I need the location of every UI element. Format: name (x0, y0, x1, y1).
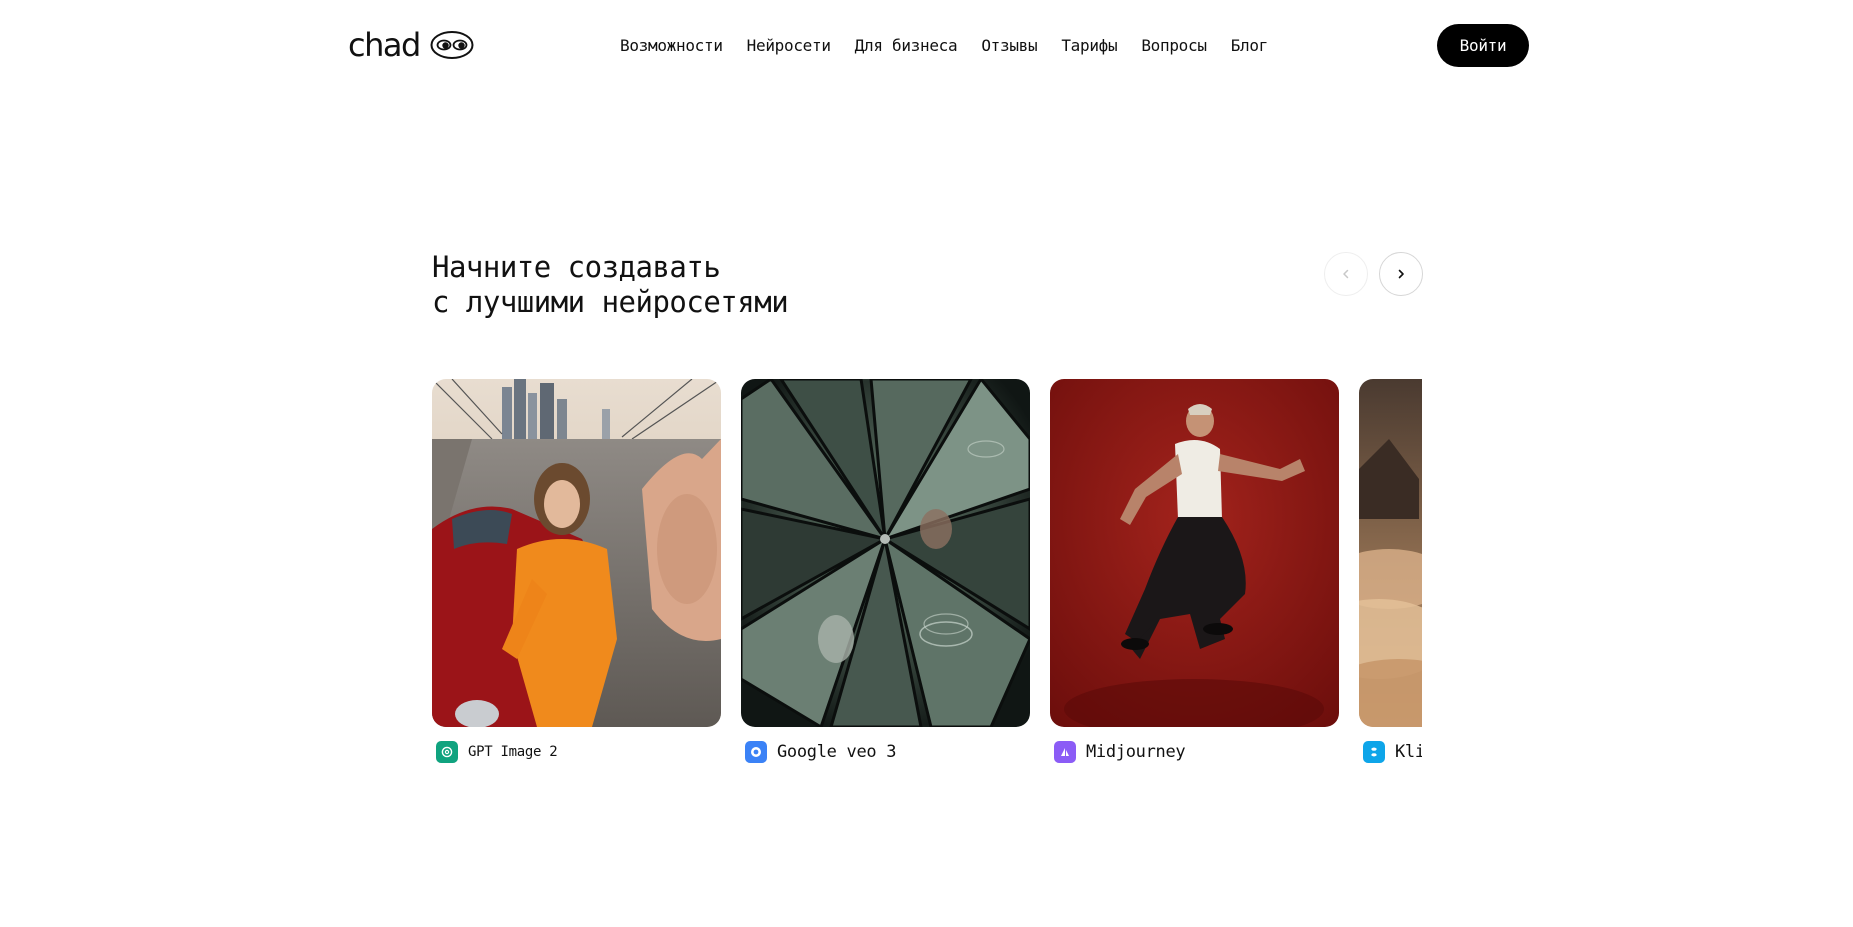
card-image-veo (741, 379, 1030, 727)
model-name: Google veo 3 (777, 742, 897, 762)
main-nav: Возможности Нейросети Для бизнеса Отзывы… (620, 34, 1268, 58)
model-card[interactable]: Kling (1359, 379, 1422, 764)
carousel-prev-button[interactable] (1324, 252, 1368, 296)
carousel-next-button[interactable] (1379, 252, 1423, 296)
nav-item-business[interactable]: Для бизнеса (855, 34, 958, 58)
openai-icon (436, 741, 458, 763)
model-name: Kling (1395, 742, 1422, 762)
chevron-left-icon (1343, 269, 1349, 279)
card-caption: GPT Image 2 (432, 740, 721, 764)
nav-item-reviews[interactable]: Отзывы (981, 34, 1037, 58)
model-card[interactable]: GPT Image 2 (432, 379, 721, 764)
nav-item-blog[interactable]: Блог (1231, 34, 1269, 58)
card-caption: Google veo 3 (741, 740, 1030, 764)
model-card[interactable]: Midjourney (1050, 379, 1339, 764)
card-caption: Midjourney (1050, 740, 1339, 764)
section-title-line-1: Начните создавать (432, 250, 721, 284)
site-header: chad Возможности Нейросети Для бизнеса О… (0, 0, 1853, 92)
model-carousel[interactable]: GPT Image 2 Google veo 3 Midjourney Kli (432, 379, 1422, 769)
nav-item-pricing[interactable]: Тарифы (1061, 34, 1117, 58)
login-button[interactable]: Войти (1437, 24, 1529, 67)
card-image-gpt (432, 379, 721, 727)
card-image-midjourney (1050, 379, 1339, 727)
model-name: Midjourney (1086, 742, 1186, 762)
midjourney-icon (1054, 741, 1076, 763)
model-card[interactable]: Google veo 3 (741, 379, 1030, 764)
section-title-line-2: с лучшими нейросетями (432, 285, 789, 319)
google-veo-icon (745, 741, 767, 763)
section-title: Начните создавать с лучшими нейросетями (432, 250, 1032, 320)
nav-item-features[interactable]: Возможности (620, 34, 723, 58)
chevron-right-icon (1398, 269, 1404, 279)
card-caption: Kling (1359, 740, 1422, 764)
nav-item-faq[interactable]: Вопросы (1141, 34, 1207, 58)
nav-item-neural-networks[interactable]: Нейросети (747, 34, 831, 58)
logo[interactable]: chad (348, 27, 474, 63)
kling-icon (1363, 741, 1385, 763)
eyes-logo-icon (430, 31, 474, 59)
logo-text: chad (348, 26, 421, 64)
model-name: GPT Image 2 (468, 744, 558, 760)
card-image-kling (1359, 379, 1422, 727)
